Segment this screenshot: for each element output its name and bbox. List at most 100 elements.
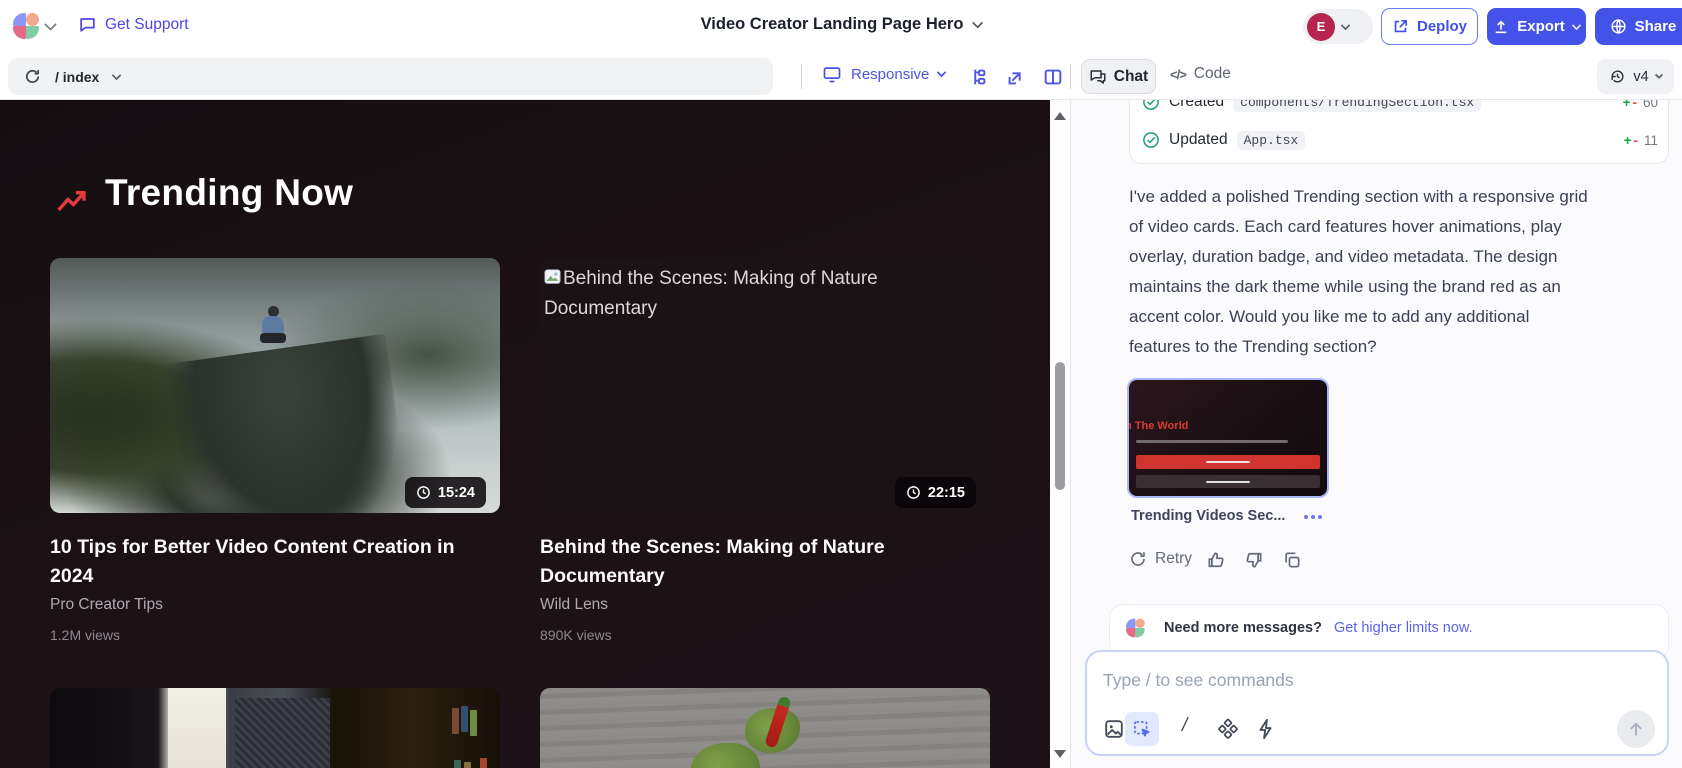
thumb-subtitle-line [1136, 440, 1288, 443]
refresh-icon[interactable] [24, 68, 41, 85]
preview-scrollbar[interactable] [1050, 100, 1070, 768]
share-button[interactable]: Share [1595, 8, 1682, 45]
file-chip[interactable]: components/TrendingSection.tsx [1233, 100, 1481, 112]
duration-badge: 22:15 [895, 477, 976, 508]
chat-input[interactable] [1101, 664, 1641, 696]
photo-rock-shape [167, 334, 413, 513]
logo-menu-chevron-icon[interactable] [44, 18, 57, 31]
video-title[interactable]: Behind the Scenes: Making of NatureDocum… [540, 533, 988, 591]
video-views: 1.2M views [50, 627, 120, 643]
chat-bubbles-icon [1089, 68, 1107, 86]
project-title-dropdown[interactable]: Video Creator Landing Page Hero [701, 15, 982, 34]
app-window: Get Support Video Creator Landing Page H… [0, 0, 1682, 768]
video-title[interactable]: 10 Tips for Better Video Content Creatio… [50, 533, 498, 591]
send-button[interactable] [1617, 710, 1655, 748]
photo-window-dark [235, 698, 330, 768]
thumb-secondary-button-bar [1136, 475, 1320, 488]
broken-image-icon [544, 269, 561, 286]
video-channel: Pro Creator Tips [50, 596, 163, 614]
divider [1070, 64, 1071, 89]
tab-code[interactable]: </> Code [1170, 65, 1231, 83]
upload-icon [1493, 19, 1509, 35]
book-spine [461, 706, 468, 732]
duration-badge: 15:24 [405, 477, 486, 508]
select-element-icon[interactable] [1125, 712, 1159, 746]
code-tab-label: Code [1194, 65, 1231, 83]
more-options-icon[interactable] [1304, 515, 1322, 519]
higher-limits-link[interactable]: Get higher limits now. [1334, 620, 1473, 636]
device-mode-dropdown[interactable]: Responsive [822, 64, 945, 84]
video-card-thumbnail-broken[interactable]: Behind the Scenes: Making of Nature Docu… [540, 258, 990, 513]
get-support-link[interactable]: Get Support [78, 15, 189, 34]
clock-icon [416, 485, 431, 500]
thumbs-down-icon[interactable] [1244, 550, 1264, 570]
video-card-thumbnail-photo[interactable] [540, 688, 990, 768]
scroll-down-arrow[interactable] [1054, 750, 1066, 758]
scrollbar-thumb[interactable] [1055, 362, 1065, 490]
attachment-label[interactable]: Trending Videos Sec... [1131, 508, 1285, 524]
file-change-row: Updated App.tsx +-11 [1142, 127, 1658, 153]
retry-label: Retry [1155, 550, 1192, 568]
device-mode-label: Responsive [851, 66, 929, 83]
export-button[interactable]: Export [1487, 8, 1586, 45]
deploy-label: Deploy [1417, 18, 1467, 35]
chat-bubble-icon [78, 15, 97, 34]
book-spine [480, 758, 487, 768]
components-icon[interactable] [1217, 718, 1239, 740]
chevron-down-icon [1571, 20, 1581, 30]
project-title: Video Creator Landing Page Hero [701, 15, 964, 34]
check-circle-icon [1142, 131, 1160, 149]
book-spine [454, 760, 461, 768]
file-change-row: Created components/TrendingSection.tsx +… [1142, 100, 1658, 115]
duration-text: 15:24 [438, 485, 475, 501]
code-icon: </> [1170, 67, 1186, 82]
version-history-dropdown[interactable]: v4 [1597, 59, 1674, 94]
chat-input-box[interactable]: / [1085, 650, 1669, 756]
app-logo-icon[interactable] [13, 13, 39, 39]
scroll-up-arrow[interactable] [1054, 112, 1066, 120]
deploy-button[interactable]: Deploy [1381, 8, 1478, 45]
monitor-icon [822, 64, 842, 84]
herb-leaves [690, 743, 760, 768]
change-action: Updated [1169, 131, 1228, 149]
chat-tab-label: Chat [1114, 68, 1148, 86]
chat-panel: Created components/TrendingSection.tsx +… [1070, 100, 1682, 768]
get-support-label: Get Support [105, 16, 189, 34]
generated-section-thumbnail[interactable]: h The World [1127, 378, 1329, 498]
open-in-new-window-icon[interactable] [1005, 66, 1027, 88]
copy-icon[interactable] [1282, 550, 1302, 570]
trending-up-icon [56, 186, 88, 218]
book-spine [452, 708, 459, 734]
route-path: / index [55, 69, 99, 85]
video-card-thumbnail-photo[interactable] [50, 688, 500, 768]
arrow-up-icon [1627, 720, 1645, 738]
change-action: Created [1169, 100, 1224, 111]
account-menu[interactable]: E [1303, 9, 1373, 44]
file-changes-card: Created components/TrendingSection.tsx +… [1129, 100, 1669, 164]
thumb-hero-title-fragment: h The World [1127, 420, 1188, 432]
version-label: v4 [1633, 69, 1648, 85]
photographer-figure [258, 306, 288, 344]
share-label: Share [1635, 18, 1677, 35]
video-card-thumbnail-photo[interactable]: 15:24 [50, 258, 500, 513]
attach-image-icon[interactable] [1103, 718, 1125, 740]
slash-command-icon[interactable]: / [1182, 715, 1187, 737]
url-bar[interactable]: / index [8, 58, 773, 95]
retry-icon [1129, 550, 1147, 568]
file-chip[interactable]: App.tsx [1237, 131, 1306, 150]
tab-chat[interactable]: Chat [1081, 59, 1156, 94]
component-tree-icon[interactable] [967, 66, 989, 88]
book-spine [470, 710, 477, 736]
thumbs-up-icon[interactable] [1206, 550, 1226, 570]
avatar: E [1307, 13, 1335, 41]
book-spine [464, 762, 471, 768]
thumb-primary-button-bar [1136, 455, 1320, 469]
retry-button[interactable]: Retry [1129, 550, 1192, 568]
photo-window-light [168, 688, 226, 768]
check-circle-icon [1142, 100, 1160, 111]
external-link-icon [1392, 18, 1409, 35]
lightning-icon[interactable] [1255, 718, 1277, 740]
split-view-icon[interactable] [1042, 66, 1064, 88]
video-channel: Wild Lens [540, 596, 608, 614]
divider [801, 64, 802, 89]
